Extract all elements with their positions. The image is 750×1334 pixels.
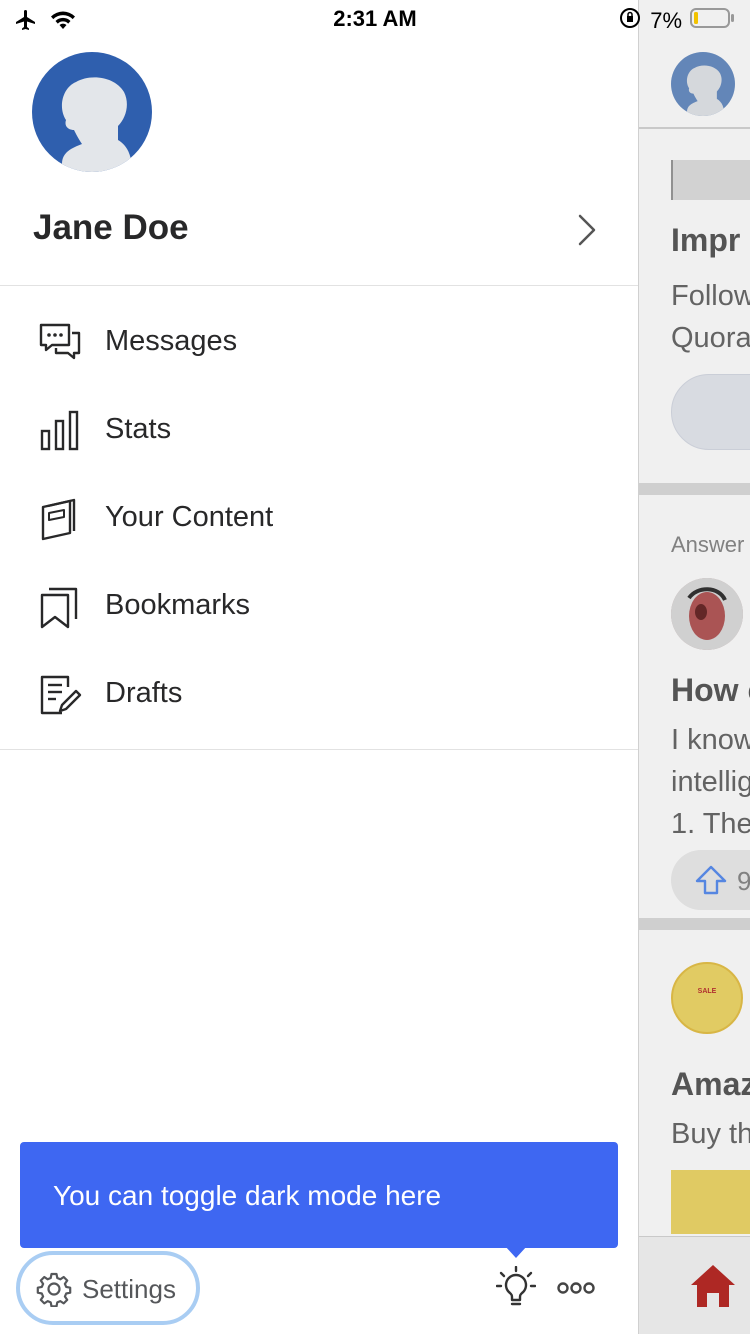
tooltip-arrow: [505, 1246, 527, 1258]
menu-item-label: Stats: [105, 413, 172, 445]
upvote-arrow-icon: [695, 864, 727, 901]
card-text: Quora: [671, 322, 750, 354]
card-text: Buy th: [671, 1118, 750, 1150]
card-title: Amaz: [671, 1066, 750, 1102]
card-meta: Answer: [671, 532, 745, 557]
ad-image[interactable]: [671, 1170, 750, 1234]
card-title: How c: [671, 672, 750, 708]
card-title: Impr: [671, 222, 741, 258]
user-silhouette-icon: [686, 65, 725, 116]
menu-item-drafts[interactable]: Drafts: [0, 651, 638, 739]
menu-item-stats[interactable]: Stats: [0, 387, 638, 475]
drafts-icon: [38, 673, 82, 717]
book-icon: [38, 497, 82, 541]
drawer-menu: Messages Stats Your Content Bookmarks Dr…: [0, 299, 638, 739]
battery-icon: [690, 7, 736, 34]
settings-button[interactable]: Settings: [16, 1251, 200, 1325]
chat-bubbles-icon: [38, 321, 82, 365]
status-bar: 2:31 AM 7%: [0, 0, 750, 40]
settings-label: Settings: [82, 1274, 176, 1304]
profile-name: Jane Doe: [33, 208, 189, 247]
side-drawer: Jane Doe Messages Stats Your Content Boo…: [0, 0, 638, 1334]
chevron-right-icon: [572, 210, 602, 255]
battery-percent: 7%: [650, 7, 682, 33]
menu-item-label: Your Content: [105, 501, 274, 533]
card-text: Follow: [671, 280, 750, 312]
upvote-button[interactable]: 9: [671, 850, 750, 910]
home-icon[interactable]: [689, 1263, 737, 1314]
progress-box: [671, 160, 750, 200]
avatar[interactable]: [32, 52, 152, 172]
bottom-tab-bar: [639, 1236, 750, 1334]
card-text: intellig: [671, 766, 750, 798]
upvote-count: 9: [737, 866, 750, 897]
divider: [0, 285, 638, 286]
menu-item-label: Bookmarks: [105, 589, 251, 621]
menu-item-messages[interactable]: Messages: [0, 299, 638, 387]
sale-badge-text: SALE: [697, 988, 717, 995]
card-text: 1. The: [671, 808, 750, 840]
divider: [0, 749, 638, 750]
dark-mode-tooltip[interactable]: You can toggle dark mode here: [20, 1142, 618, 1258]
more-options-icon[interactable]: [556, 1276, 596, 1305]
background-feed[interactable]: Impr Follow Quora Answer How c I know in…: [638, 0, 750, 1334]
card-text: I know: [671, 724, 750, 756]
bar-chart-icon: [38, 409, 82, 453]
orientation-lock-icon: [618, 6, 642, 35]
divider: [639, 483, 750, 495]
divider: [639, 918, 750, 930]
menu-item-label: Drafts: [105, 677, 183, 709]
profile-row[interactable]: Jane Doe: [0, 192, 638, 268]
tooltip-text: You can toggle dark mode here: [53, 1180, 442, 1211]
user-silhouette-icon: [61, 77, 133, 172]
lightbulb-icon[interactable]: [495, 1265, 537, 1315]
menu-item-your-content[interactable]: Your Content: [0, 475, 638, 563]
card-action-button[interactable]: [671, 374, 750, 450]
author-avatar[interactable]: [671, 578, 743, 650]
menu-item-bookmarks[interactable]: Bookmarks: [0, 563, 638, 651]
bookmarks-icon: [38, 585, 82, 629]
amazon-sale-logo[interactable]: SALE: [671, 962, 743, 1034]
gear-icon: [36, 1271, 72, 1312]
divider: [639, 127, 750, 129]
menu-item-label: Messages: [105, 325, 238, 357]
feed-avatar[interactable]: [671, 52, 735, 116]
